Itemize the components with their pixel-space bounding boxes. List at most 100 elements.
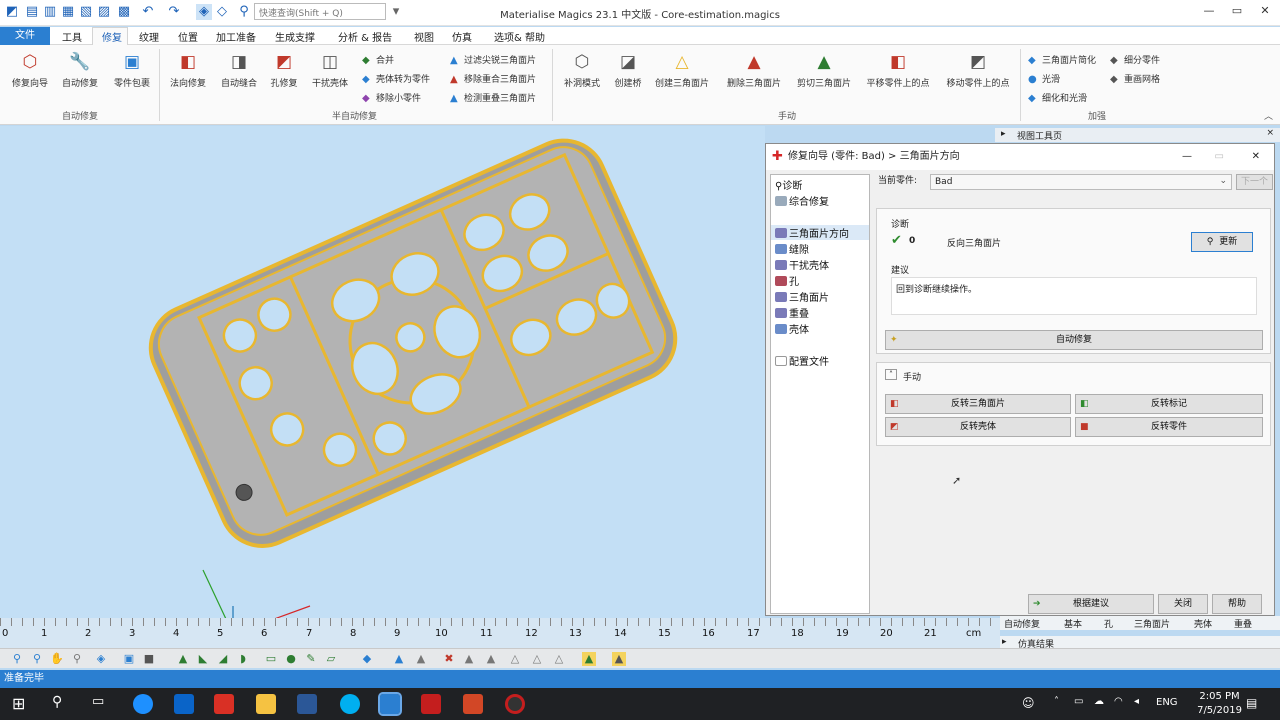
dialog-maximize-icon[interactable]: ▭ [1215, 144, 1224, 170]
collapse-manual-icon[interactable]: ˄ [885, 369, 897, 380]
expand-icon[interactable]: ▸ [1001, 129, 1006, 139]
tab-auto-fix[interactable]: 自动修复 [1004, 617, 1040, 630]
triangle-tool5-icon[interactable]: △ [508, 652, 522, 666]
edge-icon[interactable] [133, 694, 153, 714]
outlook-icon[interactable] [174, 694, 194, 714]
view-front-icon[interactable]: ▣ [122, 652, 136, 666]
recorder-icon[interactable] [505, 694, 525, 714]
tree-item-shells[interactable]: 壳体 [775, 321, 809, 336]
mark-shell-icon[interactable]: ◗ [236, 652, 250, 666]
mark-lasso-icon[interactable]: ▱ [324, 652, 338, 666]
flip-shells-button[interactable]: ◩ 反转壳体 [885, 417, 1071, 437]
delete-triangle-button[interactable]: ▲ 删除三角面片 [722, 45, 786, 89]
language-indicator[interactable]: ENG [1156, 697, 1178, 708]
update-button[interactable]: ⚲ 更新 [1191, 232, 1253, 252]
part-icon[interactable]: ◆ [360, 652, 374, 666]
create-bridge-button[interactable]: ◪ 创建桥 [602, 45, 654, 89]
hole-fix-button[interactable]: ◩ 孔修复 [258, 45, 310, 89]
menu-repair[interactable]: 修复 [100, 29, 124, 44]
triangle-tool2-icon[interactable]: ▲ [414, 652, 428, 666]
acrobat-icon[interactable] [421, 694, 441, 714]
flip-part-button[interactable]: ■ 反转零件 [1075, 417, 1263, 437]
subdivide-button[interactable]: ◆ 细分零件 [1110, 53, 1160, 66]
cloud-icon[interactable]: ☁ [1094, 696, 1104, 707]
powerpoint-icon[interactable] [463, 694, 483, 714]
magics-icon[interactable] [378, 692, 402, 716]
remove-small-button[interactable]: ◆ 移除小零件 [362, 91, 421, 104]
triangle-tool-icon[interactable]: ▲ [392, 652, 406, 666]
dialog-minimize-icon[interactable]: — [1182, 144, 1192, 170]
tab-shells[interactable]: 壳体 [1194, 617, 1212, 630]
follow-advice-button[interactable]: ➔ 根据建议 [1028, 594, 1154, 614]
create-triangle-button[interactable]: △ 创建三角面片 [650, 45, 714, 89]
close-button[interactable]: 关闭 [1158, 594, 1208, 614]
collapse-ribbon-icon[interactable]: ︿ [1264, 109, 1273, 122]
tray-chevron-icon[interactable]: ˄ [1054, 696, 1059, 707]
maximize-icon[interactable]: ▭ [1222, 4, 1252, 20]
menu-tools[interactable]: 工具 [60, 29, 84, 44]
tree-item-holes[interactable]: 孔 [775, 273, 799, 288]
volume-icon[interactable]: ◂ [1134, 696, 1139, 707]
remesh-button[interactable]: ◆ 重画网格 [1110, 72, 1160, 85]
triangle-tool6-icon[interactable]: △ [530, 652, 544, 666]
shrinkwrap-button[interactable]: ▣ 零件包裹 [106, 45, 158, 89]
cut-triangle-button[interactable]: ▲ 剪切三角面片 [792, 45, 856, 89]
zoom-icon[interactable]: ⚲ [10, 652, 24, 666]
view-cube-icon[interactable]: ◈ [94, 652, 108, 666]
menu-view[interactable]: 视图 [412, 29, 436, 44]
tree-item-noise-shells[interactable]: 干扰壳体 [775, 257, 829, 272]
minimize-icon[interactable]: — [1194, 4, 1224, 20]
mark-window-icon[interactable]: ▭ [264, 652, 278, 666]
3d-viewport[interactable] [0, 126, 765, 635]
tree-item-diagnostics[interactable]: ⚲诊断 [775, 177, 802, 192]
menu-build-prep[interactable]: 加工准备 [214, 29, 258, 44]
triangle-tool4-icon[interactable]: ▲ [484, 652, 498, 666]
network-icon[interactable]: ▭ [1074, 696, 1083, 707]
unmark-icon[interactable]: ✖ [442, 652, 456, 666]
close-icon[interactable]: ✕ [1250, 4, 1280, 20]
task-view-icon[interactable]: ▭ [92, 694, 104, 709]
menu-analysis[interactable]: 分析 & 报告 [336, 29, 394, 44]
menu-file[interactable]: 文件 [0, 27, 50, 45]
people-icon[interactable]: ☺ [1022, 696, 1035, 710]
auto-fix-button[interactable]: 🔧 自动修复 [54, 45, 106, 89]
current-part-select[interactable]: Bad ⌄ [930, 174, 1232, 190]
mark-brush-icon[interactable]: ✎ [304, 652, 318, 666]
detect-overlap-button[interactable]: ▲ 检测重叠三角面片 [450, 91, 536, 104]
highlight-tool-icon[interactable]: ▲ [582, 652, 596, 666]
view-shaded-icon[interactable]: ■ [142, 652, 156, 666]
mark-plane-icon[interactable]: ◣ [196, 652, 210, 666]
menu-support[interactable]: 生成支撑 [273, 29, 317, 44]
search-icon[interactable]: ⚲ [52, 694, 62, 710]
repair-wizard-button[interactable]: ⬡ 修复向导 [4, 45, 56, 89]
filter-sharp-button[interactable]: ▲ 过滤尖锐三角面片 [450, 53, 536, 66]
refine-smooth-button[interactable]: ◆ 细化和光滑 [1028, 91, 1087, 104]
triangle-tool3-icon[interactable]: ▲ [462, 652, 476, 666]
skype-icon[interactable] [340, 694, 360, 714]
menu-options-help[interactable]: 选项& 帮助 [492, 29, 547, 44]
auto-repair-button[interactable]: ✦ 自动修复 [885, 330, 1263, 350]
tree-item-triangle-orientation[interactable]: 三角面片方向 [771, 225, 869, 240]
view-toolbar-panel[interactable]: ▸ 视图工具页 × [995, 128, 1280, 142]
dialog-close-icon[interactable]: ✕ [1252, 144, 1260, 170]
mark-triangle-icon[interactable]: ▲ [176, 652, 190, 666]
word-icon[interactable] [297, 694, 317, 714]
tree-item-comprehensive[interactable]: 综合修复 [775, 193, 829, 208]
menu-simulation[interactable]: 仿真 [450, 29, 474, 44]
normal-fix-button[interactable]: ◧ 法向修复 [162, 45, 214, 89]
zoom-window-icon[interactable]: ⚲ [30, 652, 44, 666]
pdf-reader-icon[interactable] [214, 694, 234, 714]
wifi-icon[interactable]: ◠ [1114, 696, 1123, 707]
zoom-fit-icon[interactable]: ⚲ [70, 652, 84, 666]
tree-item-gaps[interactable]: 缝隙 [775, 241, 809, 256]
windows-start-icon[interactable]: ⊞ [12, 694, 25, 713]
tree-item-overlap[interactable]: 重叠 [775, 305, 809, 320]
tab-basic[interactable]: 基本 [1064, 617, 1082, 630]
expand-icon[interactable]: ▸ [1002, 637, 1007, 647]
help-button[interactable]: 帮助 [1212, 594, 1262, 614]
triangle-reduction-button[interactable]: ◆ 三角面片简化 [1028, 53, 1096, 66]
menu-texture[interactable]: 纹理 [137, 29, 161, 44]
move-point-button[interactable]: ◩ 移动零件上的点 [942, 45, 1014, 89]
flip-triangles-button[interactable]: ◧ 反转三角面片 [885, 394, 1071, 414]
next-button[interactable]: 下一个 [1236, 174, 1273, 190]
